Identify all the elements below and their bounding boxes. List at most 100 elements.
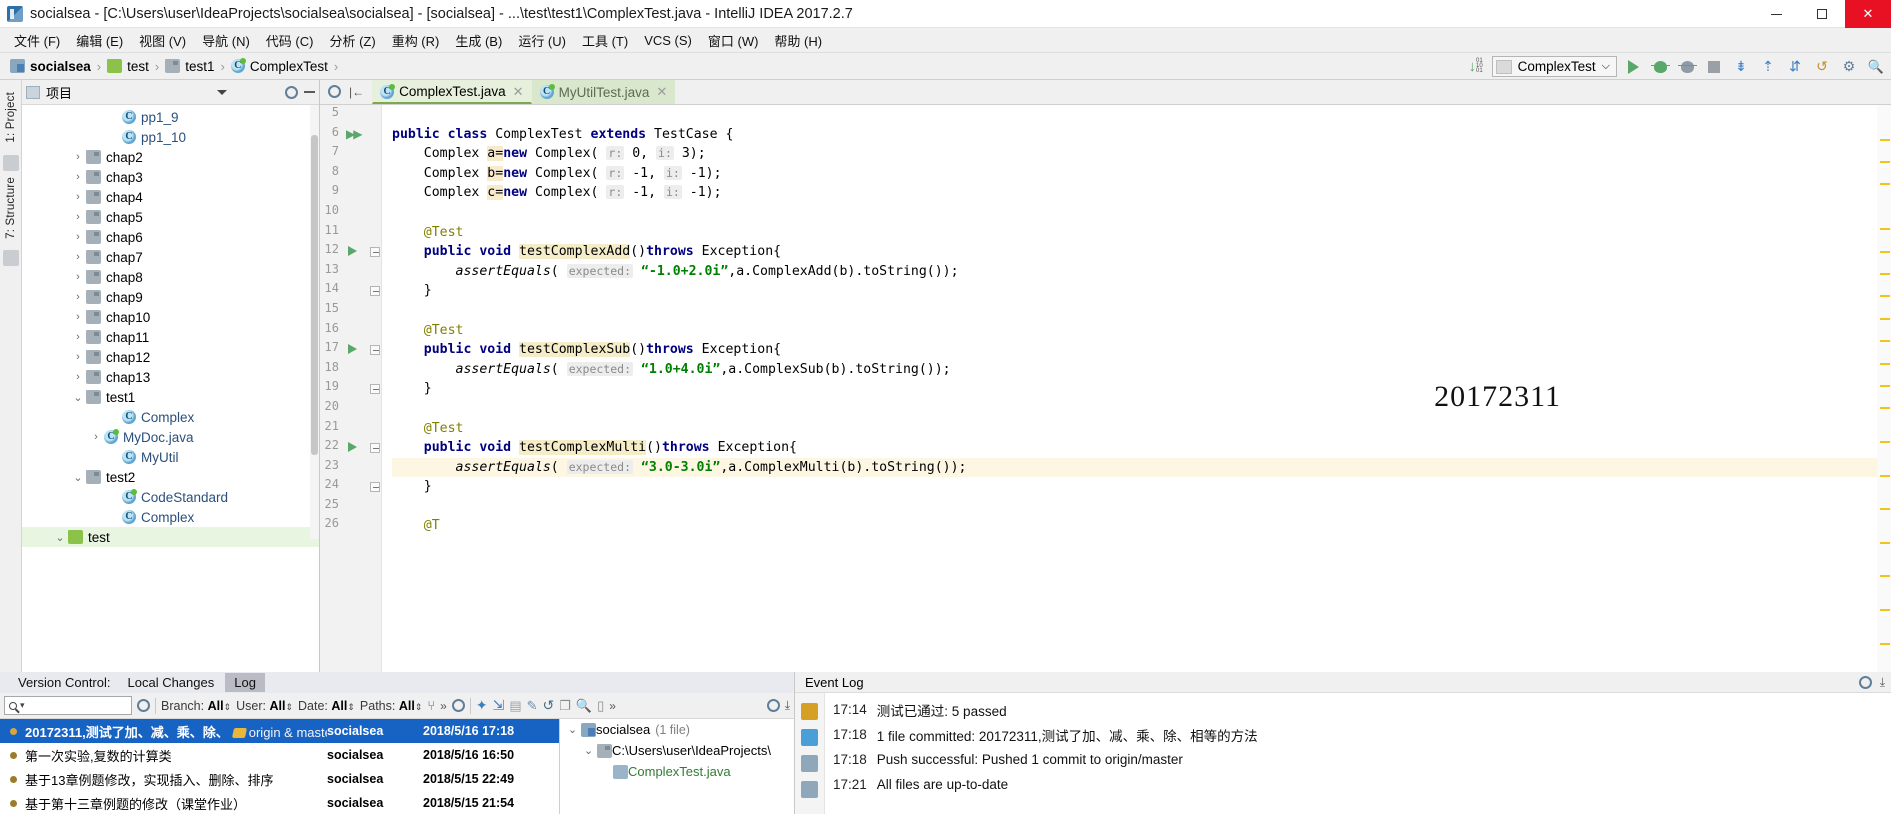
- code-line[interactable]: @Test: [392, 321, 1891, 341]
- changes-tree-row[interactable]: ⌄ C:\Users\user\IdeaProjects\: [560, 740, 794, 761]
- chevron-icon[interactable]: ⌄: [580, 744, 597, 757]
- commit-changes-tree[interactable]: ⌄ socialsea (1 file) ⌄ C:\Users\user\IdeaPro…: [559, 719, 794, 814]
- chevron-icon[interactable]: ›: [70, 191, 86, 203]
- fold-icon[interactable]: [370, 247, 380, 258]
- menu-tools[interactable]: 工具 (T): [574, 28, 636, 53]
- chevron-down-icon[interactable]: [217, 89, 227, 95]
- menu-run[interactable]: 运行 (U): [510, 28, 574, 53]
- highlight-icon[interactable]: ✎: [527, 698, 538, 714]
- gutter-line[interactable]: 14: [320, 281, 381, 301]
- gutter-line[interactable]: 6 ▶▶: [320, 125, 381, 145]
- tree-row[interactable]: ⌄ test1: [22, 387, 319, 407]
- breadcrumb-test[interactable]: test: [105, 59, 151, 74]
- refresh-icon[interactable]: ✦: [476, 697, 488, 714]
- code-line[interactable]: }: [392, 281, 1891, 301]
- code-line[interactable]: [392, 105, 1891, 125]
- menu-build[interactable]: 生成 (B): [447, 28, 510, 53]
- go-to-hash-icon[interactable]: ⇲: [493, 697, 505, 714]
- fold-icon[interactable]: [370, 286, 380, 297]
- tree-row[interactable]: › chap4: [22, 187, 319, 207]
- changes-tree-row[interactable]: ⌄ socialsea (1 file): [560, 719, 794, 740]
- tool-tab-project[interactable]: 1: Project: [4, 86, 18, 149]
- chevron-icon[interactable]: ⌄: [564, 723, 581, 736]
- tree-row[interactable]: ⌄ test: [22, 527, 319, 547]
- gutter-line[interactable]: 12: [320, 242, 381, 262]
- code-line[interactable]: @Test: [392, 419, 1891, 439]
- code-line[interactable]: Complex c=new Complex( r: -1, i: -1);: [392, 183, 1891, 203]
- code-line[interactable]: public class ComplexTest extends TestCas…: [392, 125, 1891, 145]
- tree-row[interactable]: C Complex: [22, 407, 319, 427]
- tab-complextest-java[interactable]: C ComplexTest.java ✕: [372, 80, 532, 104]
- stop-button[interactable]: [1703, 56, 1725, 78]
- chevron-icon[interactable]: ›: [70, 371, 86, 383]
- filter-user[interactable]: User: All⇕: [236, 699, 293, 713]
- code-line[interactable]: }: [392, 477, 1891, 497]
- gutter-line[interactable]: 9: [320, 183, 381, 203]
- vcs-update-button[interactable]: ⇟: [1730, 56, 1752, 78]
- chevron-icon[interactable]: ⌄: [52, 531, 68, 544]
- gutter-line[interactable]: 25: [320, 497, 381, 517]
- tree-row[interactable]: Cpp1_10: [22, 127, 319, 147]
- filter-branch[interactable]: Branch: All⇕: [161, 699, 231, 713]
- project-tree-scrollbar[interactable]: [310, 105, 319, 539]
- tab-log[interactable]: Log: [225, 673, 265, 692]
- event-log-entries[interactable]: 17:14 测试已通过: 5 passed 17:18 1 file committe…: [825, 693, 1891, 814]
- gutter-line[interactable]: 10: [320, 203, 381, 223]
- run-configuration-selector[interactable]: ComplexTest ⌵: [1491, 56, 1617, 77]
- gutter-line[interactable]: 21: [320, 419, 381, 439]
- menu-edit[interactable]: 编辑 (E): [68, 28, 131, 53]
- settings-gear-icon[interactable]: [137, 699, 150, 712]
- code-line[interactable]: [392, 301, 1891, 321]
- tool-tab-structure[interactable]: 7: Structure: [4, 171, 18, 245]
- run-method-icon[interactable]: [348, 246, 357, 257]
- code-line[interactable]: assertEquals( expected: “3.0-3.0i”,a.Com…: [392, 457, 1891, 478]
- settings-gear-icon[interactable]: [1858, 675, 1872, 689]
- event-log-entry[interactable]: 17:18 Push successful: Pushed 1 commit to…: [825, 747, 1891, 772]
- close-button[interactable]: ✕: [1845, 0, 1891, 28]
- debug-button[interactable]: [1649, 56, 1671, 78]
- undo-button[interactable]: ↺: [1811, 56, 1833, 78]
- chevron-icon[interactable]: ›: [70, 291, 86, 303]
- gutter-line[interactable]: 17: [320, 340, 381, 360]
- tree-row[interactable]: › chap12: [22, 347, 319, 367]
- show-details-icon[interactable]: ▯: [597, 698, 604, 714]
- filter-date[interactable]: Date: All⇕: [298, 699, 355, 713]
- code-line[interactable]: Complex b=new Complex( r: -1, i: -1);: [392, 164, 1891, 184]
- code-line[interactable]: @T: [392, 516, 1891, 536]
- minimize-button[interactable]: [1753, 0, 1799, 28]
- hide-icon[interactable]: ⤓: [785, 698, 790, 713]
- gutter-line[interactable]: 5: [320, 105, 381, 125]
- gutter-line[interactable]: 23: [320, 458, 381, 478]
- chevron-icon[interactable]: ›: [70, 151, 86, 163]
- run-method-icon[interactable]: [348, 442, 357, 453]
- log-settings-gear-icon[interactable]: [451, 699, 465, 712]
- hide-icon[interactable]: ⤓: [1880, 675, 1885, 690]
- menu-vcs[interactable]: VCS (S): [636, 30, 700, 51]
- settings-gear-icon[interactable]: [285, 85, 298, 99]
- more-icon[interactable]: »: [440, 699, 447, 713]
- vcs-update-project-button[interactable]: ↓ 01 10 01: [1465, 56, 1487, 78]
- menu-window[interactable]: 窗口 (W): [700, 28, 767, 53]
- code-line[interactable]: public void testComplexSub()throws Excep…: [392, 340, 1891, 360]
- menu-view[interactable]: 视图 (V): [131, 28, 194, 53]
- tree-row[interactable]: C MyUtil: [22, 447, 319, 467]
- gutter-line[interactable]: 15: [320, 301, 381, 321]
- show-diff-icon[interactable]: ▤: [509, 698, 521, 714]
- gutter-line[interactable]: 16: [320, 321, 381, 341]
- tree-row[interactable]: › chap10: [22, 307, 319, 327]
- tree-row[interactable]: C Complex: [22, 507, 319, 527]
- gutter-line[interactable]: 13: [320, 262, 381, 282]
- maximize-button[interactable]: [1799, 0, 1845, 28]
- menu-code[interactable]: 代码 (C): [258, 28, 322, 53]
- commit-list[interactable]: 20172311,测试了加、减、乘、除、origin & mastersocia…: [0, 719, 559, 814]
- copy-icon[interactable]: ❐: [559, 698, 571, 714]
- tree-row[interactable]: › C MyDoc.java: [22, 427, 319, 447]
- chevron-icon[interactable]: ›: [70, 311, 86, 323]
- chevron-icon[interactable]: ›: [88, 431, 104, 443]
- gutter-line[interactable]: 22: [320, 438, 381, 458]
- run-coverage-button[interactable]: [1676, 56, 1698, 78]
- search-commits-icon[interactable]: 🔍: [576, 698, 592, 714]
- tree-row[interactable]: C CodeStandard: [22, 487, 319, 507]
- chevron-icon[interactable]: ›: [70, 211, 86, 223]
- changes-tree-row[interactable]: ComplexTest.java: [560, 761, 794, 782]
